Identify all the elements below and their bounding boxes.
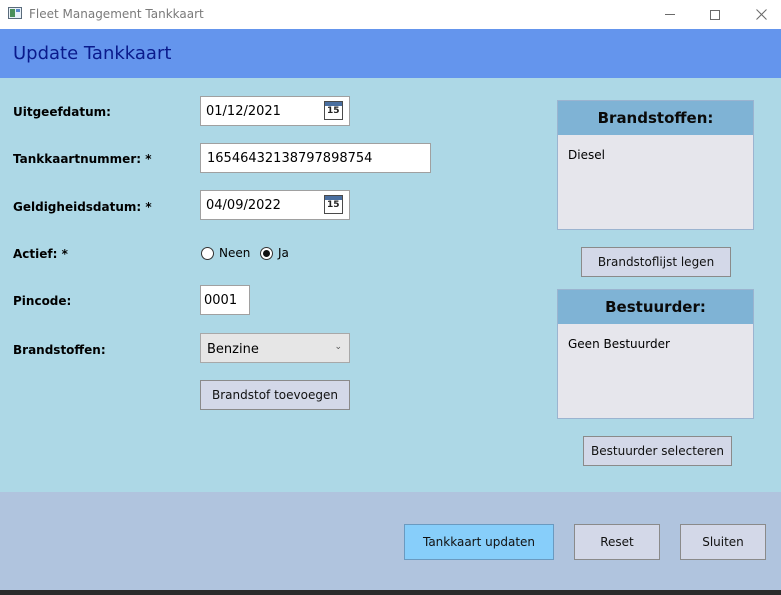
chevron-down-icon: ⌄ [334, 342, 342, 352]
pincode-label: Pincode: [13, 294, 72, 308]
calendar-icon-day: 15 [327, 200, 340, 210]
brandstoffen-panel: Brandstoffen: Diesel [557, 100, 754, 230]
actief-radio-ja[interactable]: Ja [260, 246, 289, 260]
maximize-icon [710, 9, 720, 20]
pincode-value: 0001 [204, 293, 238, 308]
window-title: Fleet Management Tankkaart [29, 7, 204, 21]
radio-unchecked-icon [201, 246, 214, 260]
sluiten-button[interactable]: Sluiten [680, 524, 766, 560]
actief-label: Actief: * [13, 247, 68, 261]
calendar-icon[interactable]: 15 [324, 101, 343, 120]
calendar-icon[interactable]: 15 [324, 195, 343, 214]
uitgeefdatum-label: Uitgeefdatum: [13, 105, 111, 119]
tankkaartnummer-input[interactable]: 16546432138797898754 [200, 143, 431, 173]
geldigheidsdatum-datepicker[interactable]: 04/09/2022 15 [200, 190, 350, 220]
calendar-icon-day: 15 [327, 106, 340, 116]
tankkaartnummer-value: 16546432138797898754 [207, 151, 373, 166]
brandstoffen-list: Diesel [568, 148, 605, 162]
bestuurder-panel: Bestuurder: Geen Bestuurder [557, 289, 754, 419]
bestuurder-panel-title: Bestuurder: [558, 290, 753, 324]
app-window-icon [8, 7, 22, 19]
actief-radio-neen[interactable]: Neen [201, 246, 250, 260]
reset-button[interactable]: Reset [574, 524, 660, 560]
brandstoflijst-legen-button[interactable]: Brandstoflijst legen [581, 247, 731, 277]
brandstoffen-label: Brandstoffen: [13, 343, 106, 357]
minimize-icon [665, 14, 675, 15]
brandstoffen-panel-title: Brandstoffen: [558, 101, 753, 135]
minimize-button[interactable] [647, 0, 693, 29]
maximize-button[interactable] [692, 0, 738, 29]
tankkaartnummer-label: Tankkaartnummer: * [13, 152, 152, 166]
page-title: Update Tankkaart [13, 43, 172, 64]
brandstoffen-selected-value: Benzine [207, 342, 259, 357]
uitgeefdatum-datepicker[interactable]: 01/12/2021 15 [200, 96, 350, 126]
bestuurder-selecteren-button[interactable]: Bestuurder selecteren [583, 436, 732, 466]
brandstoffen-select[interactable]: Benzine ⌄ [200, 333, 350, 363]
title-bar: Fleet Management Tankkaart [0, 0, 781, 29]
geldigheidsdatum-label: Geldigheidsdatum: * [13, 200, 152, 214]
close-window-button[interactable] [738, 0, 781, 29]
brandstoffen-list-item[interactable]: Diesel [568, 148, 605, 162]
brandstof-toevoegen-button[interactable]: Brandstof toevoegen [200, 380, 350, 410]
footer-bar: Tankkaart updaten Reset Sluiten [0, 492, 781, 590]
app-window: Fleet Management Tankkaart Update Tankka… [0, 0, 781, 590]
pincode-input[interactable]: 0001 [200, 285, 250, 315]
bestuurder-value: Geen Bestuurder [568, 337, 670, 351]
actief-ja-label: Ja [278, 246, 289, 260]
actief-neen-label: Neen [219, 246, 251, 260]
uitgeefdatum-value: 01/12/2021 [206, 104, 281, 119]
geldigheidsdatum-value: 04/09/2022 [206, 198, 281, 213]
close-icon [755, 9, 767, 20]
tankkaart-updaten-button[interactable]: Tankkaart updaten [404, 524, 554, 560]
page-header: Update Tankkaart [0, 29, 781, 78]
radio-checked-icon [260, 246, 273, 260]
